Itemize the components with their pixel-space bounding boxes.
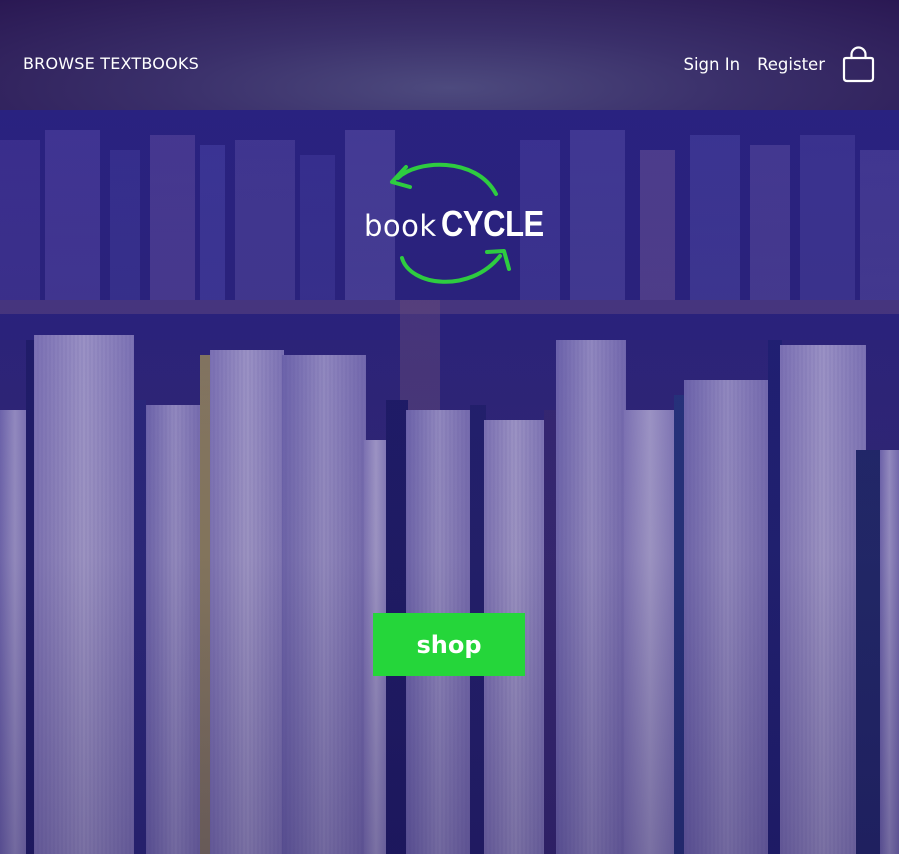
register-link[interactable]: Register [757, 55, 825, 74]
logo-wordmark: book CYCLE [364, 201, 544, 254]
logo-book-text: book [364, 209, 437, 243]
top-nav-bar: BROWSE TEXTBOOKS Sign In Register [0, 0, 899, 110]
shopping-bag-icon[interactable] [842, 45, 875, 83]
bookcycle-logo: book CYCLE [358, 158, 544, 290]
home-page: BROWSE TEXTBOOKS Sign In Register book C… [0, 0, 899, 854]
sign-in-link[interactable]: Sign In [684, 55, 741, 74]
browse-textbooks-link[interactable]: BROWSE TEXTBOOKS [23, 54, 199, 73]
logo-cycle-text: CYCLE [440, 203, 544, 244]
account-nav: Sign In Register [684, 44, 876, 84]
shop-button[interactable]: shop [373, 613, 525, 676]
